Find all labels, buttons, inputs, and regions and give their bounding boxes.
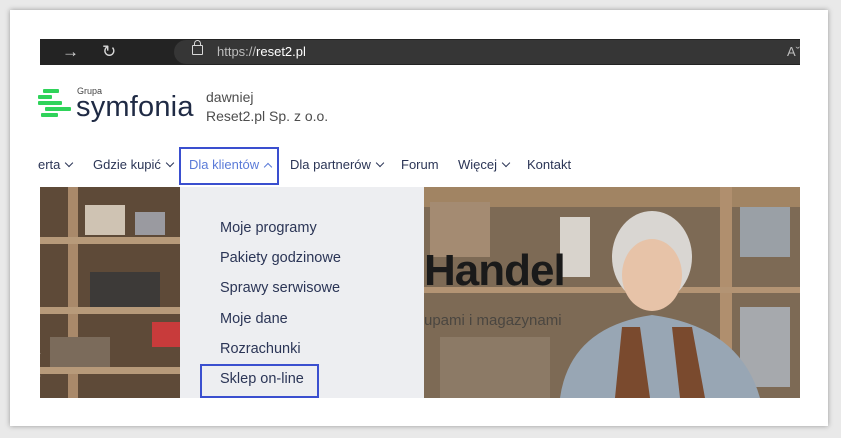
hero-subtitle: upami i magazynami [424,312,562,329]
refresh-icon[interactable]: ↻ [102,42,116,62]
forward-arrow-icon[interactable]: → [62,42,79,62]
nav-item-gdzie-kupic[interactable]: Gdzie kupić [93,157,175,172]
nav-item-oferta[interactable]: erta [38,157,74,172]
chevron-down-icon [165,158,175,168]
highlight-box-dla-klientow [179,147,279,185]
tagline-line-1: dawniej [206,89,254,105]
lock-icon[interactable] [192,40,203,55]
menu-item-sprawy-serwisowe[interactable]: Sprawy serwisowe [220,280,340,296]
menu-item-moje-dane[interactable]: Moje dane [220,311,288,327]
symfonia-logo-icon[interactable] [38,89,71,122]
tagline-line-2: Reset2.pl Sp. z o.o. [206,108,329,124]
hero-title: Handel [424,246,566,295]
nav-item-kontakt[interactable]: Kontakt [527,157,571,172]
nav-item-forum[interactable]: Forum [401,157,439,172]
url-text[interactable]: https://reset2.pl [217,44,306,59]
reader-mode-icon[interactable]: Aˇ [787,44,800,59]
nav-item-wiecej[interactable]: Więcej [458,157,511,172]
nav-item-dla-partnerow[interactable]: Dla partnerów [290,157,385,172]
brand-tagline: dawniej Reset2.pl Sp. z o.o. [206,88,328,126]
browser-toolbar: → ↻ https://reset2.pl Aˇ [40,39,800,65]
url-domain: reset2.pl [256,44,306,59]
highlight-box-sklep-on-line [200,364,319,398]
menu-item-moje-programy[interactable]: Moje programy [220,220,317,236]
menu-item-rozrachunki[interactable]: Rozrachunki [220,341,301,357]
url-scheme: https:// [217,44,257,59]
nav-item-label: Dla partnerów [290,157,371,172]
nav-item-label: Więcej [458,157,498,172]
nav-item-label: Forum [401,157,439,172]
nav-item-label: Kontakt [527,157,572,172]
chevron-down-icon [501,158,511,168]
nav-item-label: Gdzie kupić [93,157,161,172]
chevron-down-icon [65,158,74,168]
chevron-down-icon [375,158,385,168]
nav-item-label: erta [38,157,61,172]
menu-item-pakiety-godzinowe[interactable]: Pakiety godzinowe [220,250,341,266]
logo-wordmark[interactable]: symfonia [76,91,194,124]
address-bar[interactable]: https://reset2.pl Aˇ [174,40,800,64]
